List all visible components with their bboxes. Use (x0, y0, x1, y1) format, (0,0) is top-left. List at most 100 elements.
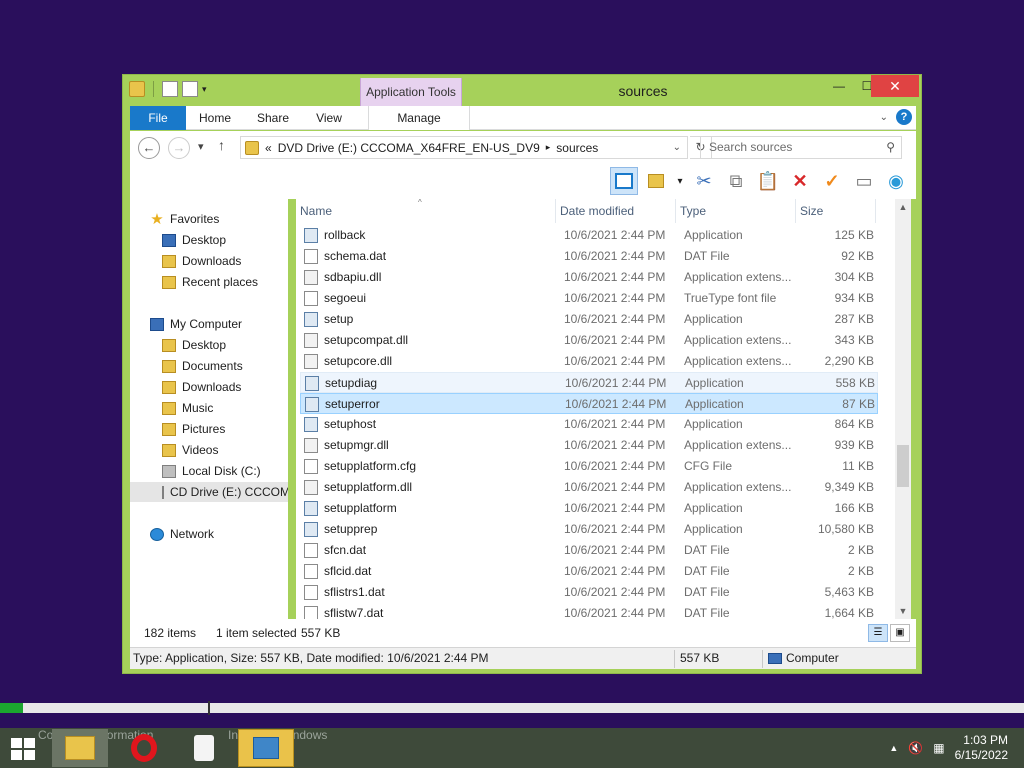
preview-pane-icon[interactable] (610, 167, 638, 195)
nav-computer-pictures[interactable]: Pictures (162, 419, 225, 439)
file-row[interactable]: segoeui 10/6/2021 2:44 PM TrueType font fi… (300, 288, 878, 309)
application-file-icon (304, 501, 318, 516)
search-input[interactable]: Search sources ⚲ (700, 136, 902, 159)
internet-icon[interactable]: ◉ (882, 167, 910, 195)
file-type: TrueType font file (684, 291, 777, 305)
start-button[interactable] (6, 734, 40, 764)
details-view-icon[interactable]: ☰ (868, 624, 888, 642)
column-header-size[interactable]: Size (796, 199, 876, 223)
file-name: setupplatform.dll (324, 480, 413, 494)
clock[interactable]: 1:03 PM 6/15/2022 (955, 733, 1008, 763)
recent-locations-icon[interactable]: ▾ (198, 140, 204, 153)
properties-icon[interactable]: ▭ (850, 167, 878, 195)
address-bar[interactable]: « DVD Drive (E:) CCCOMA_X64FRE_EN-US_DV9… (240, 136, 688, 159)
file-date: 10/6/2021 2:44 PM (564, 501, 666, 515)
computer-icon (150, 317, 164, 331)
paste-icon[interactable]: 📋 (754, 167, 782, 195)
nav-computer-downloads[interactable]: Downloads (162, 377, 241, 397)
rename-icon[interactable]: ✓ (818, 167, 846, 195)
back-button[interactable]: ← (138, 137, 160, 159)
ribbon-tabs: File Home Share View Manage ⌄ ? (130, 106, 916, 130)
column-header-name[interactable]: Name ^ (296, 198, 556, 223)
volume-muted-icon[interactable]: 🔇 (908, 741, 923, 755)
delete-icon[interactable]: ✕ (786, 167, 814, 195)
show-hidden-icons-icon[interactable]: ▲ (889, 743, 898, 753)
nav-favorites[interactable]: ★ Favorites (150, 209, 219, 229)
properties-icon[interactable] (162, 81, 178, 97)
nav-computer-music[interactable]: Music (162, 398, 213, 418)
title-bar[interactable]: ▾ Application Tools sources — ☐ ✕ (123, 75, 921, 107)
large-icons-view-icon[interactable]: ▣ (890, 624, 910, 642)
file-date: 10/6/2021 2:44 PM (564, 543, 666, 557)
file-row[interactable]: setupcore.dll 10/6/2021 2:44 PM Applicatio… (300, 351, 878, 372)
file-name: sflistrs1.dat (324, 585, 385, 599)
tab-view[interactable]: View (308, 106, 350, 130)
file-row[interactable]: setupplatform.dll 10/6/2021 2:44 PM Applic… (300, 477, 878, 498)
tab-manage[interactable]: Manage (368, 106, 470, 130)
file-row[interactable]: setupdiag 10/6/2021 2:44 PM Application 558… (300, 372, 878, 393)
file-row[interactable]: schema.dat 10/6/2021 2:44 PM DAT File 92 KB (300, 246, 878, 267)
file-row[interactable]: setupmgr.dll 10/6/2021 2:44 PM Application… (300, 435, 878, 456)
qat-dropdown-icon[interactable]: ▾ (202, 84, 207, 95)
tab-share[interactable]: Share (248, 106, 298, 130)
forward-button[interactable]: → (168, 137, 190, 159)
breadcrumb-drive[interactable]: DVD Drive (E:) CCCOMA_X64FRE_EN-US_DV9 (278, 141, 540, 155)
move-to-icon[interactable] (642, 167, 670, 195)
nav-cd-drive[interactable]: CD Drive (E:) CCCOMA (130, 482, 288, 502)
file-row[interactable]: setuphost 10/6/2021 2:44 PM Application 864… (300, 414, 878, 435)
scroll-down-icon[interactable]: ▼ (895, 603, 911, 619)
file-type: Application extens... (684, 333, 792, 347)
scrollbar-thumb[interactable] (897, 445, 909, 487)
file-list-scrollbar[interactable]: ▲ ▼ (895, 199, 911, 619)
file-row[interactable]: rollback 10/6/2021 2:44 PM Application 125 … (300, 225, 878, 246)
file-row[interactable]: sfcn.dat 10/6/2021 2:44 PM DAT File 2 KB (300, 540, 878, 561)
copy-icon[interactable]: ⧉ (722, 167, 750, 195)
file-name: setuphost (324, 417, 377, 431)
taskbar-document[interactable] (176, 729, 232, 767)
file-row[interactable]: setupprep 10/6/2021 2:44 PM Application 10,… (300, 519, 878, 540)
column-header-date[interactable]: Date modified (556, 199, 676, 223)
file-row[interactable]: setupcompat.dll 10/6/2021 2:44 PM Applicat… (300, 330, 878, 351)
file-row[interactable]: setupplatform 10/6/2021 2:44 PM Applicatio… (300, 498, 878, 519)
file-row[interactable]: sflcid.dat 10/6/2021 2:44 PM DAT File 2 KB (300, 561, 878, 582)
breadcrumb-sources[interactable]: sources (556, 141, 598, 155)
nav-computer-videos[interactable]: Videos (162, 440, 218, 460)
column-header-type[interactable]: Type (676, 199, 796, 223)
close-button[interactable]: ✕ (871, 75, 919, 97)
taskbar-opera[interactable] (116, 729, 172, 767)
file-row[interactable]: sdbapiu.dll 10/6/2021 2:44 PM Application … (300, 267, 878, 288)
expand-ribbon-icon[interactable]: ⌄ (880, 112, 888, 123)
scroll-up-icon[interactable]: ▲ (895, 199, 911, 215)
folder-icon[interactable] (129, 81, 145, 97)
network-status-icon[interactable]: ▦ (933, 741, 944, 755)
file-date: 10/6/2021 2:44 PM (564, 564, 666, 578)
file-row[interactable]: setuperror 10/6/2021 2:44 PM Application 87… (300, 393, 878, 414)
tab-home[interactable]: Home (192, 106, 238, 130)
nav-label: Desktop (182, 338, 227, 352)
taskbar-windows-setup[interactable] (238, 729, 294, 767)
nav-favorites-recent[interactable]: Recent places (162, 272, 258, 292)
up-button[interactable]: ↑ (218, 137, 225, 153)
help-icon[interactable]: ? (896, 109, 912, 125)
nav-favorites-desktop[interactable]: Desktop (162, 230, 226, 250)
search-placeholder: Search sources (709, 140, 793, 154)
tab-file[interactable]: File (130, 106, 186, 130)
address-dropdown-icon[interactable]: ⌄ (673, 142, 681, 153)
cut-icon[interactable]: ✂ (690, 167, 718, 195)
nav-network[interactable]: Network (150, 524, 214, 544)
move-to-dropdown-icon[interactable]: ▾ (674, 167, 686, 195)
nav-computer-documents[interactable]: Documents (162, 356, 243, 376)
setup-progress-bar (0, 701, 1024, 715)
file-row[interactable]: sflistrs1.dat 10/6/2021 2:44 PM DAT File 5,… (300, 582, 878, 603)
nav-label: Documents (182, 359, 243, 373)
nav-favorites-downloads[interactable]: Downloads (162, 251, 241, 271)
file-row[interactable]: setup 10/6/2021 2:44 PM Application 287 KB (300, 309, 878, 330)
minimize-button[interactable]: — (825, 75, 853, 97)
nav-my-computer[interactable]: My Computer (150, 314, 242, 334)
breadcrumb-separator-icon[interactable]: ▸ (546, 142, 551, 153)
new-folder-icon[interactable] (182, 81, 198, 97)
nav-local-disk[interactable]: Local Disk (C:) (162, 461, 261, 481)
file-row[interactable]: setupplatform.cfg 10/6/2021 2:44 PM CFG Fi… (300, 456, 878, 477)
nav-computer-desktop[interactable]: Desktop (162, 335, 226, 355)
taskbar-file-explorer[interactable] (52, 729, 108, 767)
